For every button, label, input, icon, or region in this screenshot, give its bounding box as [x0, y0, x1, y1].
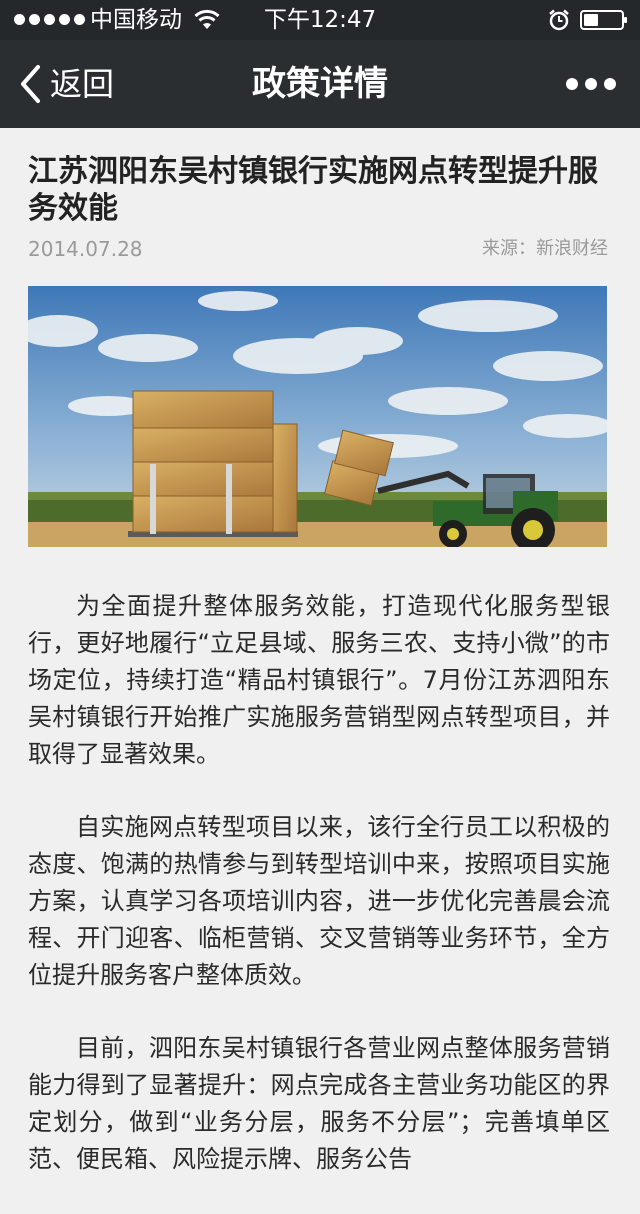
article-title: 江苏泗阳东吴村镇银行实施网点转型提升服务效能 [28, 154, 598, 226]
more-dot-icon [585, 78, 597, 90]
article-paragraph: 目前，泗阳东吴村镇银行各营业网点整体服务营销能力得到了显著提升：网点完成各主营业… [28, 1034, 610, 1173]
page-title: 政策详情 [252, 64, 388, 104]
status-time: 下午12:47 [263, 7, 377, 33]
article-paragraph: 自实施网点转型项目以来，该行全行员工以积极的态度、饱满的热情参与到转型培训中来，… [28, 813, 610, 989]
article-body: 为全面提升整体服务效能，打造现代化服务型银行，更好地履行“立足县域、服务三农、支… [28, 588, 610, 1214]
article-date: 2014.07.28 [28, 237, 143, 261]
more-options-button[interactable] [566, 74, 616, 94]
article-source: 来源：新浪财经 [482, 238, 608, 259]
article-image [28, 286, 607, 547]
more-dot-icon [604, 78, 616, 90]
article-paragraph: 为全面提升整体服务效能，打造现代化服务型银行，更好地履行“立足县域、服务三农、支… [28, 592, 610, 768]
status-bar: 中国移动 下午12:47 [0, 0, 640, 40]
more-dot-icon [566, 78, 578, 90]
alarm-clock-icon [549, 9, 569, 31]
navigation-bar: 返回 政策详情 [0, 40, 640, 128]
battery-icon [580, 10, 627, 30]
